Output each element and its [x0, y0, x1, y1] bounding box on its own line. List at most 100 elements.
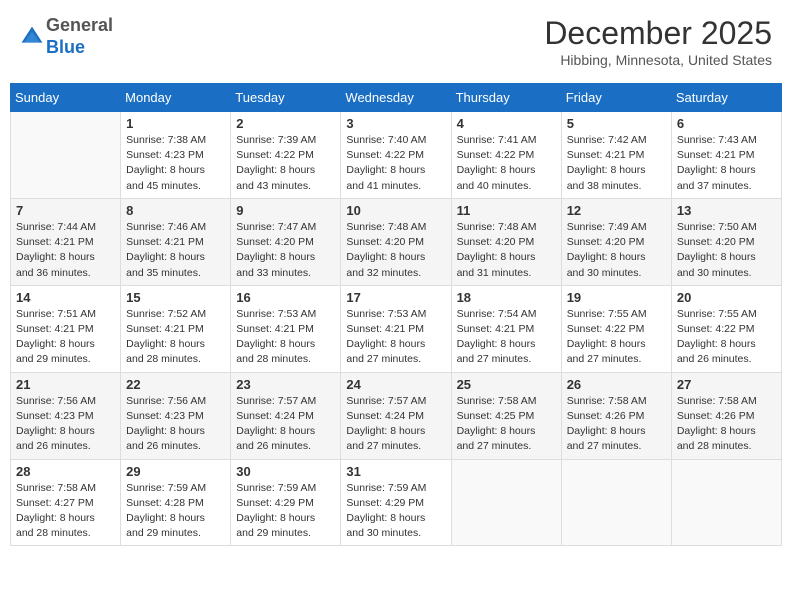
- day-number: 1: [126, 116, 225, 131]
- day-info: Sunrise: 7:53 AMSunset: 4:21 PMDaylight:…: [346, 307, 445, 368]
- calendar-cell: 19 Sunrise: 7:55 AMSunset: 4:22 PMDayligh…: [561, 285, 671, 372]
- calendar-cell: 4Sunrise: 7:41 AMSunset: 4:22 PMDaylight…: [451, 112, 561, 199]
- title-section: December 2025 Hibbing, Minnesota, United…: [544, 15, 772, 68]
- calendar-cell: [671, 459, 781, 546]
- day-info: Sunrise: 7:59 AMSunset: 4:29 PMDaylight:…: [346, 481, 445, 542]
- col-header-sunday: Sunday: [11, 84, 121, 112]
- day-number: 2: [236, 116, 335, 131]
- day-info: Sunrise: 7:56 AMSunset: 4:23 PMDaylight:…: [126, 394, 225, 455]
- day-info: Sunrise: 7:49 AMSunset: 4:20 PMDaylight:…: [567, 220, 666, 281]
- calendar-cell: 22Sunrise: 7:56 AMSunset: 4:23 PMDayligh…: [121, 372, 231, 459]
- day-info: Sunrise: 7:57 AMSunset: 4:24 PMDaylight:…: [236, 394, 335, 455]
- day-number: 20: [677, 290, 776, 305]
- calendar-cell: 12 Sunrise: 7:49 AMSunset: 4:20 PMDayligh…: [561, 198, 671, 285]
- day-number: 10: [346, 203, 445, 218]
- col-header-wednesday: Wednesday: [341, 84, 451, 112]
- day-info: Sunrise: 7:43 AMSunset: 4:21 PMDaylight:…: [677, 133, 776, 194]
- day-info: Sunrise: 7:51 AMSunset: 4:21 PMDaylight:…: [16, 307, 115, 368]
- calendar-cell: 7Sunrise: 7:44 AMSunset: 4:21 PMDaylight…: [11, 198, 121, 285]
- calendar-cell: 3Sunrise: 7:40 AMSunset: 4:22 PMDaylight…: [341, 112, 451, 199]
- calendar-cell: 30 Sunrise: 7:59 AMSunset: 4:29 PMDayligh…: [231, 459, 341, 546]
- day-info: Sunrise: 7:52 AMSunset: 4:21 PMDaylight:…: [126, 307, 225, 368]
- day-number: 5: [567, 116, 666, 131]
- day-info: Sunrise: 7:58 AMSunset: 4:27 PMDaylight:…: [16, 481, 115, 542]
- day-info: Sunrise: 7:57 AMSunset: 4:24 PMDaylight:…: [346, 394, 445, 455]
- day-number: 27: [677, 377, 776, 392]
- calendar: SundayMondayTuesdayWednesdayThursdayFrid…: [10, 83, 782, 546]
- page-header: General Blue December 2025 Hibbing, Minn…: [10, 10, 782, 73]
- logo-icon: [20, 25, 44, 49]
- day-number: 4: [457, 116, 556, 131]
- calendar-week-row: 7Sunrise: 7:44 AMSunset: 4:21 PMDaylight…: [11, 198, 782, 285]
- day-number: 24: [346, 377, 445, 392]
- day-number: 8: [126, 203, 225, 218]
- day-info: Sunrise: 7:50 AMSunset: 4:20 PMDaylight:…: [677, 220, 776, 281]
- day-info: Sunrise: 7:58 AMSunset: 4:26 PMDaylight:…: [567, 394, 666, 455]
- day-info: Sunrise: 7:55 AMSunset: 4:22 PMDaylight:…: [677, 307, 776, 368]
- calendar-cell: [11, 112, 121, 199]
- calendar-cell: 14Sunrise: 7:51 AMSunset: 4:21 PMDayligh…: [11, 285, 121, 372]
- calendar-cell: [561, 459, 671, 546]
- day-info: Sunrise: 7:48 AMSunset: 4:20 PMDaylight:…: [457, 220, 556, 281]
- day-info: Sunrise: 7:46 AMSunset: 4:21 PMDaylight:…: [126, 220, 225, 281]
- day-number: 13: [677, 203, 776, 218]
- calendar-cell: 10 Sunrise: 7:48 AMSunset: 4:20 PMDayligh…: [341, 198, 451, 285]
- logo-blue-text: Blue: [46, 37, 85, 57]
- calendar-cell: 20 Sunrise: 7:55 AMSunset: 4:22 PMDayligh…: [671, 285, 781, 372]
- calendar-cell: 29 Sunrise: 7:59 AMSunset: 4:28 PMDayligh…: [121, 459, 231, 546]
- day-info: Sunrise: 7:42 AMSunset: 4:21 PMDaylight:…: [567, 133, 666, 194]
- calendar-cell: 28Sunrise: 7:58 AMSunset: 4:27 PMDayligh…: [11, 459, 121, 546]
- calendar-cell: 16Sunrise: 7:53 AMSunset: 4:21 PMDayligh…: [231, 285, 341, 372]
- day-info: Sunrise: 7:54 AMSunset: 4:21 PMDaylight:…: [457, 307, 556, 368]
- calendar-cell: 17Sunrise: 7:53 AMSunset: 4:21 PMDayligh…: [341, 285, 451, 372]
- calendar-cell: 25Sunrise: 7:58 AMSunset: 4:25 PMDayligh…: [451, 372, 561, 459]
- calendar-cell: 15 Sunrise: 7:52 AMSunset: 4:21 PMDayligh…: [121, 285, 231, 372]
- day-number: 19: [567, 290, 666, 305]
- col-header-thursday: Thursday: [451, 84, 561, 112]
- day-info: Sunrise: 7:55 AMSunset: 4:22 PMDaylight:…: [567, 307, 666, 368]
- day-number: 11: [457, 203, 556, 218]
- col-header-tuesday: Tuesday: [231, 84, 341, 112]
- day-number: 21: [16, 377, 115, 392]
- calendar-cell: 24 Sunrise: 7:57 AMSunset: 4:24 PMDayligh…: [341, 372, 451, 459]
- day-info: Sunrise: 7:39 AMSunset: 4:22 PMDaylight:…: [236, 133, 335, 194]
- day-number: 23: [236, 377, 335, 392]
- calendar-week-row: 14Sunrise: 7:51 AMSunset: 4:21 PMDayligh…: [11, 285, 782, 372]
- calendar-cell: 5 Sunrise: 7:42 AMSunset: 4:21 PMDaylight…: [561, 112, 671, 199]
- month-title: December 2025: [544, 15, 772, 52]
- day-number: 31: [346, 464, 445, 479]
- day-number: 6: [677, 116, 776, 131]
- calendar-cell: 2 Sunrise: 7:39 AMSunset: 4:22 PMDaylight…: [231, 112, 341, 199]
- day-number: 12: [567, 203, 666, 218]
- calendar-cell: 9 Sunrise: 7:47 AMSunset: 4:20 PMDaylight…: [231, 198, 341, 285]
- day-info: Sunrise: 7:48 AMSunset: 4:20 PMDaylight:…: [346, 220, 445, 281]
- calendar-week-row: 28Sunrise: 7:58 AMSunset: 4:27 PMDayligh…: [11, 459, 782, 546]
- col-header-monday: Monday: [121, 84, 231, 112]
- day-info: Sunrise: 7:58 AMSunset: 4:25 PMDaylight:…: [457, 394, 556, 455]
- day-info: Sunrise: 7:44 AMSunset: 4:21 PMDaylight:…: [16, 220, 115, 281]
- day-info: Sunrise: 7:59 AMSunset: 4:29 PMDaylight:…: [236, 481, 335, 542]
- calendar-cell: 18 Sunrise: 7:54 AMSunset: 4:21 PMDayligh…: [451, 285, 561, 372]
- day-number: 18: [457, 290, 556, 305]
- calendar-cell: 6 Sunrise: 7:43 AMSunset: 4:21 PMDaylight…: [671, 112, 781, 199]
- col-header-friday: Friday: [561, 84, 671, 112]
- calendar-cell: 8 Sunrise: 7:46 AMSunset: 4:21 PMDaylight…: [121, 198, 231, 285]
- calendar-cell: 21Sunrise: 7:56 AMSunset: 4:23 PMDayligh…: [11, 372, 121, 459]
- calendar-week-row: 21 Sunrise: 7:56 AMSunset: 4:23 PMDayligh…: [11, 372, 782, 459]
- calendar-cell: 13 Sunrise: 7:50 AMSunset: 4:20 PMDayligh…: [671, 198, 781, 285]
- logo: General Blue: [20, 15, 113, 58]
- day-info: Sunrise: 7:59 AMSunset: 4:28 PMDaylight:…: [126, 481, 225, 542]
- day-number: 26: [567, 377, 666, 392]
- day-number: 9: [236, 203, 335, 218]
- calendar-cell: 23 Sunrise: 7:57 AMSunset: 4:24 PMDayligh…: [231, 372, 341, 459]
- day-info: Sunrise: 7:40 AMSunset: 4:22 PMDaylight:…: [346, 133, 445, 194]
- day-number: 16: [236, 290, 335, 305]
- calendar-cell: 11 Sunrise: 7:48 AMSunset: 4:20 PMDayligh…: [451, 198, 561, 285]
- col-header-saturday: Saturday: [671, 84, 781, 112]
- day-number: 15: [126, 290, 225, 305]
- calendar-cell: 31 Sunrise: 7:59 AMSunset: 4:29 PMDayligh…: [341, 459, 451, 546]
- day-info: Sunrise: 7:47 AMSunset: 4:20 PMDaylight:…: [236, 220, 335, 281]
- day-number: 29: [126, 464, 225, 479]
- calendar-cell: [451, 459, 561, 546]
- day-number: 30: [236, 464, 335, 479]
